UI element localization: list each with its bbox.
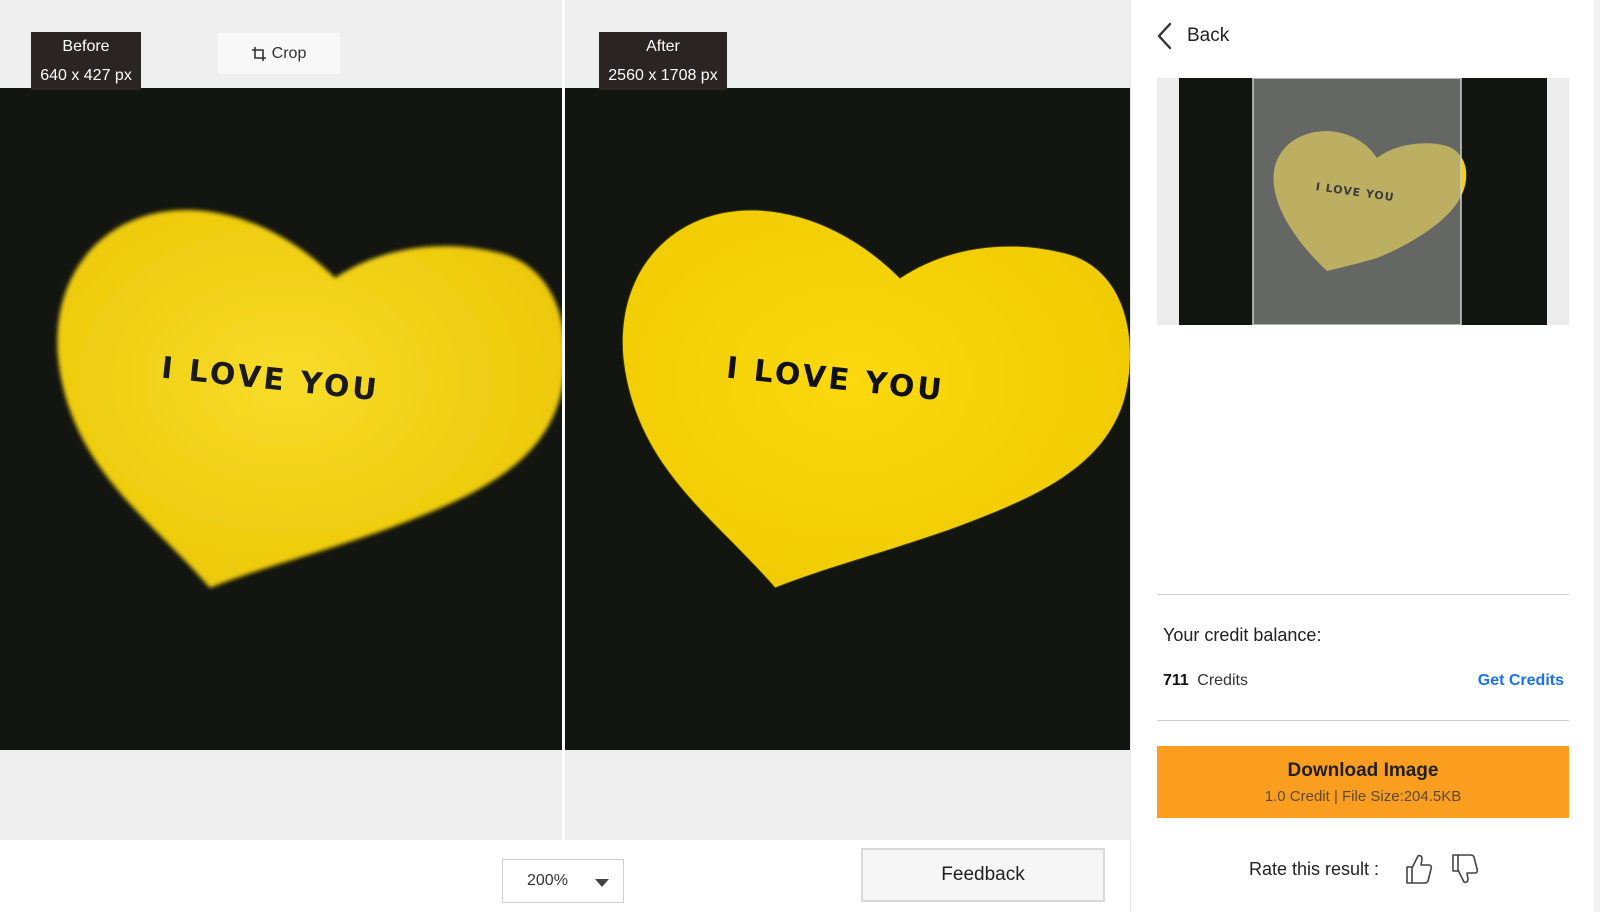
after-dimensions: 2560 x 1708 px bbox=[608, 67, 718, 84]
before-label: Before bbox=[62, 38, 110, 55]
download-image-button[interactable]: Download Image 1.0 Credit | File Size:20… bbox=[1157, 746, 1569, 818]
before-pane: Before 640 x 427 px Crop I LOVE YOU bbox=[0, 0, 563, 840]
credit-balance: 711 Credits bbox=[1163, 672, 1248, 690]
crop-button[interactable]: Crop bbox=[218, 33, 340, 74]
thumbs-down-icon[interactable] bbox=[1449, 852, 1479, 886]
zoom-value: 200% bbox=[527, 872, 568, 889]
side-panel: Back I LOVE YOU Your credit balance: 711… bbox=[1130, 0, 1600, 912]
before-tag: Before 640 x 427 px bbox=[31, 32, 141, 90]
crop-icon bbox=[251, 46, 266, 61]
back-label: Back bbox=[1187, 25, 1230, 46]
credit-count: 711 bbox=[1163, 672, 1189, 689]
scrollbar[interactable] bbox=[1594, 0, 1600, 912]
back-button[interactable]: Back bbox=[1155, 22, 1229, 50]
get-credits-link[interactable]: Get Credits bbox=[1478, 672, 1564, 690]
divider-line bbox=[1157, 720, 1569, 721]
crop-label: Crop bbox=[271, 44, 307, 62]
after-tag: After 2560 x 1708 px bbox=[599, 32, 727, 90]
chevron-left-icon bbox=[1157, 22, 1172, 50]
thumbs-up-icon[interactable] bbox=[1403, 852, 1433, 886]
zoom-dropdown[interactable]: 200% bbox=[502, 859, 624, 903]
rate-result: Rate this result : bbox=[1249, 852, 1479, 886]
rate-label: Rate this result : bbox=[1249, 858, 1380, 879]
comparison-viewer: Before 640 x 427 px Crop I LOVE YOU Afte… bbox=[0, 0, 1130, 840]
after-image: I LOVE YOU bbox=[565, 88, 1130, 750]
compare-divider[interactable] bbox=[562, 0, 565, 840]
after-pane: After 2560 x 1708 px I LOVE YOU bbox=[565, 0, 1130, 840]
before-dimensions: 640 x 427 px bbox=[40, 67, 132, 84]
before-image: I LOVE YOU bbox=[0, 88, 563, 750]
caret-down-icon bbox=[595, 879, 609, 887]
after-label: After bbox=[646, 38, 680, 55]
preview-thumbnail[interactable]: I LOVE YOU bbox=[1157, 78, 1569, 325]
credit-unit: Credits bbox=[1197, 672, 1248, 689]
feedback-button[interactable]: Feedback bbox=[861, 848, 1105, 902]
download-meta: 1.0 Credit | File Size:204.5KB bbox=[1264, 787, 1462, 805]
feedback-label: Feedback bbox=[941, 864, 1025, 885]
divider-line bbox=[1157, 594, 1569, 595]
download-label: Download Image bbox=[1287, 759, 1439, 781]
credit-balance-title: Your credit balance: bbox=[1163, 625, 1322, 645]
